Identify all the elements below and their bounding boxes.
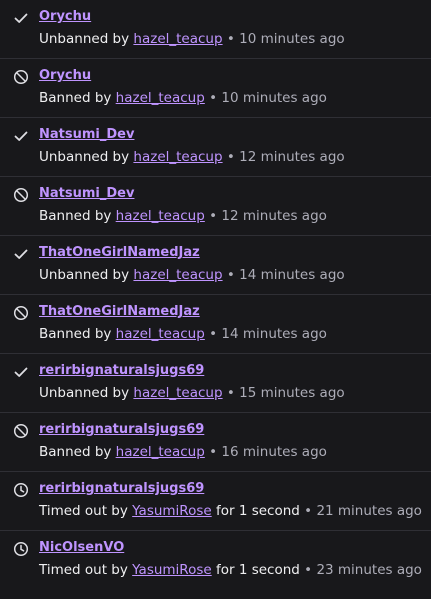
separator-dot: • [209,444,218,460]
timestamp: 23 minutes ago [316,562,422,578]
timestamp: 12 minutes ago [239,149,345,165]
timestamp: 15 minutes ago [239,385,345,401]
separator-dot: • [209,208,218,224]
username-link[interactable]: Orychu [39,68,91,83]
action-detail: Unbanned by hazel_teacup • 10 minutes ag… [39,31,345,47]
mod-action-entry: Orychu Banned by hazel_teacup • 10 minute… [0,59,431,118]
check-icon [13,128,29,144]
action-text: Banned by [39,444,112,460]
check-icon [13,10,29,26]
action-text: Unbanned by [39,149,130,165]
action-text: Unbanned by [39,267,130,283]
action-detail: Banned by hazel_teacup • 16 minutes ago [39,444,327,460]
username-link[interactable]: Natsumi_Dev [39,127,134,142]
username-link[interactable]: Orychu [39,9,91,24]
mod-action-entry: ThatOneGirlNamedJaz Banned by hazel_teacu… [0,295,431,354]
ban-icon [13,423,29,439]
username-link[interactable]: rerirbignaturalsjugs69 [39,422,204,437]
mod-action-entry: NicOlsenVO Timed out by YasumiRose for 1 … [0,531,431,590]
timestamp: 16 minutes ago [221,444,327,460]
username-link[interactable]: ThatOneGirlNamedJaz [39,245,200,260]
action-detail: Banned by hazel_teacup • 10 minutes ago [39,90,327,106]
separator-dot: • [209,90,218,106]
moderator-link[interactable]: YasumiRose [132,562,212,578]
separator-dot: • [304,562,313,578]
mod-action-entry: Natsumi_Dev Banned by hazel_teacup • 12 m… [0,177,431,236]
timestamp: 12 minutes ago [221,208,327,224]
action-text: Timed out by [39,562,128,578]
mod-action-entry: rerirbignaturalsjugs69 Unbanned by hazel_… [0,354,431,413]
timeout-duration: for 1 second [215,562,300,578]
mod-action-entry: Natsumi_Dev Unbanned by hazel_teacup • 12… [0,118,431,177]
moderator-link[interactable]: hazel_teacup [116,326,205,342]
ban-icon [13,69,29,85]
action-detail: Timed out by YasumiRose for 1 second • 2… [39,503,422,519]
action-detail: Unbanned by hazel_teacup • 15 minutes ag… [39,385,345,401]
moderator-link[interactable]: hazel_teacup [116,208,205,224]
moderator-link[interactable]: hazel_teacup [133,149,222,165]
timestamp: 14 minutes ago [239,267,345,283]
action-text: Banned by [39,326,112,342]
separator-dot: • [304,503,313,519]
mod-action-entry: rerirbignaturalsjugs69 Timed out by Yasum… [0,472,431,531]
action-text: Unbanned by [39,385,130,401]
mod-action-entry: rerirbignaturalsjugs69 Banned by hazel_te… [0,413,431,472]
action-detail: Banned by hazel_teacup • 14 minutes ago [39,326,327,342]
timeout-duration: for 1 second [215,503,300,519]
moderator-link[interactable]: hazel_teacup [133,267,222,283]
action-detail: Unbanned by hazel_teacup • 12 minutes ag… [39,149,345,165]
mod-action-entry: ThatOneGirlNamedJaz Unbanned by hazel_tea… [0,236,431,295]
clock-icon [13,541,29,557]
username-link[interactable]: NicOlsenVO [39,540,124,555]
moderator-link[interactable]: hazel_teacup [133,31,222,47]
moderator-link[interactable]: hazel_teacup [116,444,205,460]
username-link[interactable]: Natsumi_Dev [39,186,134,201]
check-icon [13,364,29,380]
separator-dot: • [226,267,235,283]
action-text: Banned by [39,90,112,106]
mod-action-entry: Orychu Unbanned by hazel_teacup • 10 minu… [0,0,431,59]
moderator-link[interactable]: YasumiRose [132,503,212,519]
action-text: Banned by [39,208,112,224]
ban-icon [13,187,29,203]
timestamp: 21 minutes ago [316,503,422,519]
timestamp: 10 minutes ago [239,31,345,47]
separator-dot: • [226,31,235,47]
moderator-link[interactable]: hazel_teacup [116,90,205,106]
action-detail: Unbanned by hazel_teacup • 14 minutes ag… [39,267,345,283]
check-icon [13,246,29,262]
action-text: Timed out by [39,503,128,519]
separator-dot: • [209,326,218,342]
separator-dot: • [226,385,235,401]
clock-icon [13,482,29,498]
ban-icon [13,305,29,321]
action-detail: Banned by hazel_teacup • 12 minutes ago [39,208,327,224]
mod-actions-list: Orychu Unbanned by hazel_teacup • 10 minu… [0,0,431,590]
username-link[interactable]: rerirbignaturalsjugs69 [39,363,204,378]
username-link[interactable]: rerirbignaturalsjugs69 [39,481,204,496]
timestamp: 14 minutes ago [221,326,327,342]
moderator-link[interactable]: hazel_teacup [133,385,222,401]
username-link[interactable]: ThatOneGirlNamedJaz [39,304,200,319]
action-text: Unbanned by [39,31,130,47]
action-detail: Timed out by YasumiRose for 1 second • 2… [39,562,422,578]
separator-dot: • [226,149,235,165]
timestamp: 10 minutes ago [221,90,327,106]
